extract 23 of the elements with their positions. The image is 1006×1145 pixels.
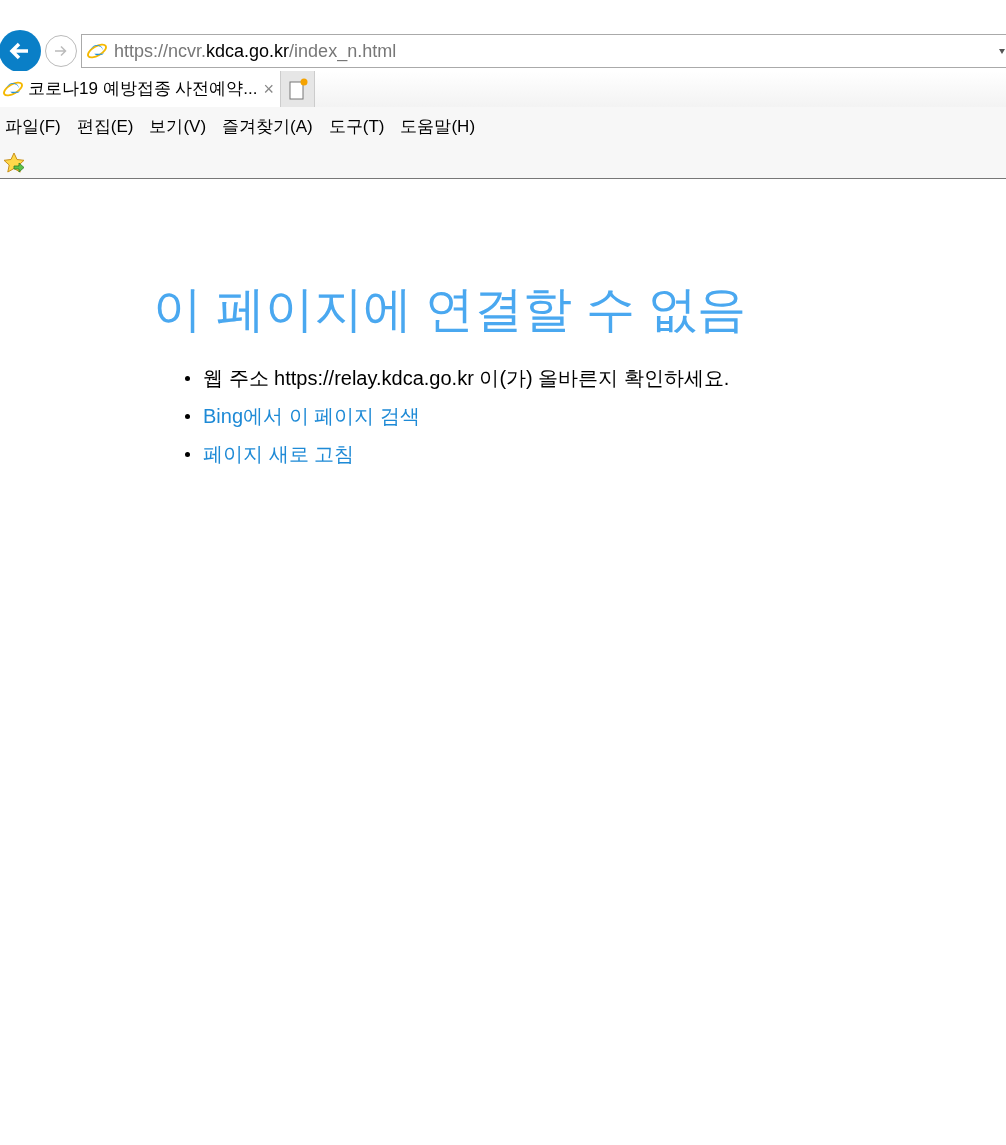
add-favorite-star-icon[interactable] bbox=[2, 150, 26, 175]
suggestion-text: 웹 주소 https://relay.kdca.go.kr 이(가) 올바른지 확인하세요. bbox=[203, 366, 730, 391]
menu-item[interactable]: 도움말(H) bbox=[400, 114, 476, 140]
new-tab-button[interactable] bbox=[281, 71, 316, 107]
menu-item[interactable]: 편집(E) bbox=[76, 114, 134, 140]
menu-item[interactable]: 파일(F) bbox=[5, 114, 61, 140]
dropdown-caret-icon[interactable] bbox=[999, 49, 1005, 54]
new-page-icon bbox=[286, 77, 309, 101]
menu-item[interactable]: 즐겨찾기(A) bbox=[222, 114, 313, 140]
menu-item[interactable]: 도구(T) bbox=[328, 114, 385, 140]
url-text: https://ncvr.kdca.go.kr/index_n.html bbox=[114, 39, 397, 64]
bullet-icon bbox=[185, 451, 190, 457]
browser-tab[interactable]: 코로나19 예방접종 사전예약... × bbox=[0, 71, 282, 107]
menu-item[interactable]: 보기(V) bbox=[149, 114, 207, 140]
suggestion-link[interactable]: 페이지 새로 고침 bbox=[203, 439, 355, 469]
error-heading: 이 페이지에 연결할 수 없음 bbox=[153, 281, 747, 338]
tab-title: 코로나19 예방접종 사전예약... bbox=[28, 78, 258, 101]
bullet-icon bbox=[185, 375, 190, 381]
address-field[interactable]: https://ncvr.kdca.go.kr/index_n.html bbox=[81, 34, 1006, 68]
back-button[interactable] bbox=[0, 30, 41, 72]
close-tab-button[interactable]: × bbox=[263, 75, 275, 103]
suggestion-link[interactable]: Bing에서 이 페이지 검색 bbox=[203, 401, 420, 431]
bullet-icon bbox=[185, 413, 190, 419]
